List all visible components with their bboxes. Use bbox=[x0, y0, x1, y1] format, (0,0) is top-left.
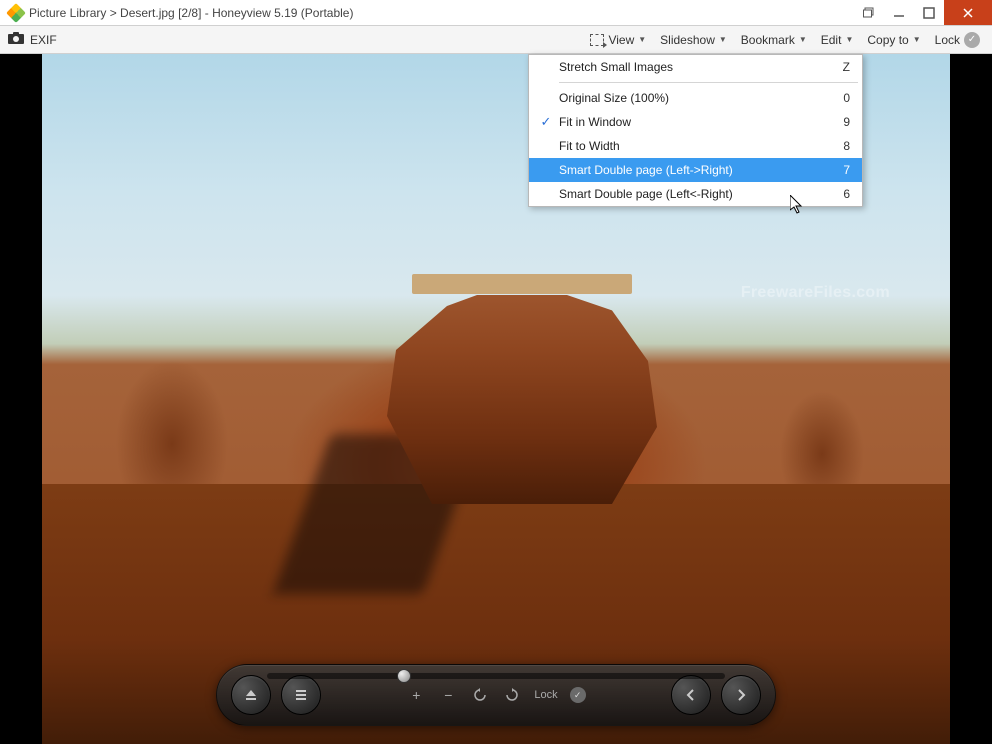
menu-shortcut: 8 bbox=[830, 139, 850, 153]
previous-button[interactable] bbox=[671, 675, 711, 715]
slideshow-label: Slideshow bbox=[660, 33, 715, 47]
menu-shortcut: 6 bbox=[830, 187, 850, 201]
slider-thumb[interactable] bbox=[397, 669, 411, 683]
view-dropdown: Stretch Small Images Z Original Size (10… bbox=[528, 54, 863, 207]
view-rect-icon bbox=[590, 34, 604, 46]
chevron-down-icon: ▼ bbox=[913, 35, 921, 44]
control-lock-label: Lock bbox=[534, 689, 557, 701]
minimize-button[interactable] bbox=[884, 0, 914, 25]
menu-shortcut: 9 bbox=[830, 115, 850, 129]
menu-item-fit-width[interactable]: Fit to Width 8 bbox=[529, 134, 862, 158]
menu-shortcut: Z bbox=[830, 60, 850, 74]
window-title: Picture Library > Desert.jpg [2/8] - Hon… bbox=[29, 6, 854, 20]
chevron-down-icon: ▼ bbox=[638, 35, 646, 44]
menu-shortcut: 0 bbox=[830, 91, 850, 105]
app-icon bbox=[8, 5, 24, 21]
menu-label: Stretch Small Images bbox=[559, 60, 830, 74]
menu-label: Smart Double page (Left<-Right) bbox=[559, 187, 830, 201]
edit-label: Edit bbox=[821, 33, 842, 47]
menu-label: Smart Double page (Left->Right) bbox=[559, 163, 830, 177]
zoom-out-button[interactable]: − bbox=[438, 685, 458, 705]
close-button[interactable] bbox=[944, 0, 992, 25]
menu-item-double-lr[interactable]: Smart Double page (Left->Right) 7 bbox=[529, 158, 862, 182]
list-button[interactable] bbox=[281, 675, 321, 715]
restore-down-indicator-icon bbox=[854, 0, 884, 25]
titlebar: Picture Library > Desert.jpg [2/8] - Hon… bbox=[0, 0, 992, 26]
chevron-down-icon: ▼ bbox=[719, 35, 727, 44]
menu-item-original-size[interactable]: Original Size (100%) 0 bbox=[529, 86, 862, 110]
menu-label: Fit in Window bbox=[559, 115, 830, 129]
exif-button[interactable]: EXIF bbox=[8, 32, 57, 47]
lock-label: Lock bbox=[935, 33, 960, 47]
watermark-text: FreewareFiles.com bbox=[741, 284, 890, 302]
check-circle-icon: ✓ bbox=[964, 32, 980, 48]
rotate-ccw-button[interactable] bbox=[470, 685, 490, 705]
edit-menu[interactable]: Edit ▼ bbox=[817, 29, 858, 51]
view-label: View bbox=[608, 33, 634, 47]
view-menu[interactable]: View ▼ bbox=[586, 29, 650, 51]
copyto-menu[interactable]: Copy to ▼ bbox=[863, 29, 924, 51]
zoom-in-button[interactable]: + bbox=[406, 685, 426, 705]
toolbar: EXIF View ▼ Slideshow ▼ Bookmark ▼ Edit … bbox=[0, 26, 992, 54]
menu-shortcut: 7 bbox=[830, 163, 850, 177]
bookmark-label: Bookmark bbox=[741, 33, 795, 47]
menu-item-fit-window[interactable]: ✓ Fit in Window 9 bbox=[529, 110, 862, 134]
menu-item-double-rl[interactable]: Smart Double page (Left<-Right) 6 bbox=[529, 182, 862, 206]
rotate-cw-button[interactable] bbox=[502, 685, 522, 705]
menu-label: Fit to Width bbox=[559, 139, 830, 153]
chevron-down-icon: ▼ bbox=[799, 35, 807, 44]
eject-button[interactable] bbox=[231, 675, 271, 715]
position-slider[interactable] bbox=[267, 673, 725, 679]
chevron-down-icon: ▼ bbox=[845, 35, 853, 44]
next-button[interactable] bbox=[721, 675, 761, 715]
control-lock-toggle[interactable]: ✓ bbox=[570, 687, 586, 703]
menu-item-stretch-small[interactable]: Stretch Small Images Z bbox=[529, 55, 862, 79]
menu-separator bbox=[559, 82, 858, 83]
check-icon: ✓ bbox=[533, 114, 559, 130]
bookmark-menu[interactable]: Bookmark ▼ bbox=[737, 29, 811, 51]
copyto-label: Copy to bbox=[867, 33, 908, 47]
exif-label: EXIF bbox=[30, 33, 57, 47]
lock-button[interactable]: Lock ✓ bbox=[931, 28, 984, 52]
slideshow-menu[interactable]: Slideshow ▼ bbox=[656, 29, 731, 51]
menu-label: Original Size (100%) bbox=[559, 91, 830, 105]
window-controls bbox=[854, 0, 992, 25]
player-control-bar: + − Lock ✓ bbox=[216, 664, 776, 726]
maximize-button[interactable] bbox=[914, 0, 944, 25]
camera-icon bbox=[8, 32, 24, 47]
